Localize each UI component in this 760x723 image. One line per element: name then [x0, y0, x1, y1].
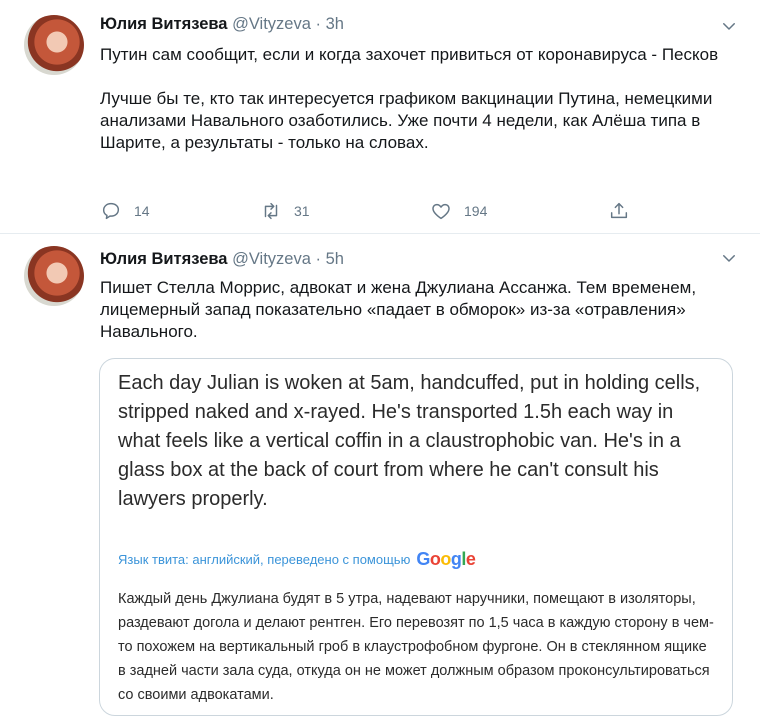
tweet-header: Юлия Витязева @Vityzeva · 3h: [100, 15, 344, 34]
tweet-time[interactable]: 5h: [326, 250, 344, 268]
tweet[interactable]: Юлия Витязева @Vityzeva · 5h Пишет Стелл…: [0, 234, 760, 723]
like-count: 194: [464, 203, 488, 219]
quoted-image[interactable]: Each day Julian is woken at 5am, handcuf…: [99, 358, 733, 716]
chevron-down-icon[interactable]: [720, 249, 738, 267]
tweet[interactable]: Юлия Витязева @Vityzeva · 3h Путин сам с…: [0, 0, 760, 234]
reply-button[interactable]: 14: [100, 200, 150, 222]
separator-dot: ·: [315, 15, 321, 33]
google-logo: Google: [416, 549, 476, 569]
like-button[interactable]: 194: [430, 200, 487, 222]
retweet-icon: [264, 202, 278, 220]
tweet-text: Путин сам сообщит, если и когда захочет …: [100, 45, 719, 152]
share-icon: [610, 202, 628, 219]
quoted-translated-text: Каждый день Джулиана будят в 5 утра, над…: [118, 591, 714, 703]
quoted-original-text: Each day Julian is woken at 5am, handcuf…: [118, 372, 701, 510]
author-name[interactable]: Юлия Витязева: [100, 250, 227, 268]
avatar[interactable]: [24, 246, 84, 306]
translation-note: Язык твита: английский, переведено с пом…: [118, 549, 476, 570]
chevron-down-icon[interactable]: [720, 17, 738, 35]
separator-dot: ·: [315, 250, 321, 268]
share-button[interactable]: [608, 200, 630, 222]
avatar[interactable]: [24, 15, 84, 75]
author-name[interactable]: Юлия Витязева: [100, 15, 227, 33]
translation-note-text: Язык твита: английский, переведено с пом…: [118, 552, 411, 567]
tweet-text: Пишет Стелла Моррис, адвокат и жена Джул…: [100, 278, 701, 341]
retweet-count: 31: [294, 203, 310, 219]
tweet-header: Юлия Витязева @Vityzeva · 5h: [100, 250, 344, 269]
author-handle[interactable]: @Vityzeva: [232, 250, 311, 268]
retweet-button[interactable]: 31: [260, 200, 310, 222]
reply-icon: [102, 202, 120, 220]
tweet-actions: 14 31 194: [100, 200, 660, 222]
author-handle[interactable]: @Vityzeva: [232, 15, 311, 33]
heart-icon: [432, 203, 450, 220]
tweet-time[interactable]: 3h: [326, 15, 344, 33]
reply-count: 14: [134, 203, 150, 219]
